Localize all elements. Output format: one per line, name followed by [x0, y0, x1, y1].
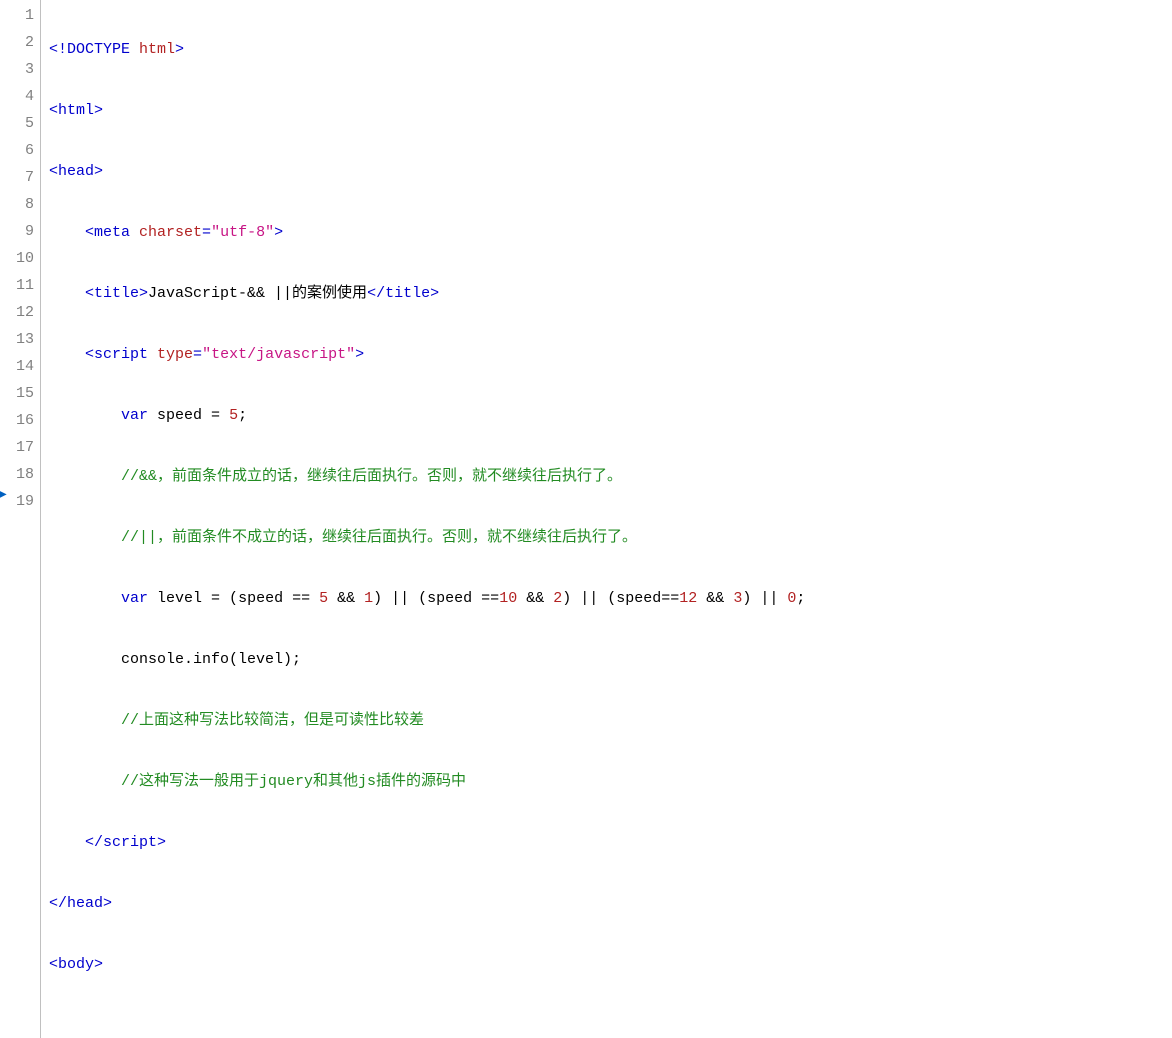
- tag-token: >: [355, 346, 364, 363]
- op-token: = (: [211, 590, 238, 607]
- line-number: 14: [0, 353, 40, 380]
- line-number: 7: [0, 164, 40, 191]
- tag-token: <html>: [49, 102, 103, 119]
- tag-token: <!DOCTYPE: [49, 41, 130, 58]
- number-token: 10: [499, 590, 517, 607]
- line-number-gutter: 1 2 3 4 5 6 7 8 9 10 11 12 13 14 15 16 1…: [0, 0, 41, 1038]
- op-token: =: [202, 224, 211, 241]
- tag-token: <body>: [49, 956, 103, 973]
- code-line: //||，前面条件不成立的话，继续往后面执行。否则，就不继续往后执行了。: [49, 524, 1172, 551]
- op-token: ) ||: [742, 590, 787, 607]
- identifier-token: level: [148, 590, 211, 607]
- attr-token: charset: [139, 224, 202, 241]
- code-line: //这种写法一般用于jquery和其他js插件的源码中: [49, 768, 1172, 795]
- tag-token: >: [175, 41, 184, 58]
- line-number: 3: [0, 56, 40, 83]
- tag-token: <head>: [49, 163, 103, 180]
- line-number: 4: [0, 83, 40, 110]
- number-token: 2: [553, 590, 562, 607]
- identifier-token: speed: [616, 590, 661, 607]
- tag-token: </script>: [85, 834, 166, 851]
- op-token: &&: [328, 590, 364, 607]
- number-token: 3: [733, 590, 742, 607]
- string-token: "text/javascript": [202, 346, 355, 363]
- op-token: =: [193, 346, 202, 363]
- op-token: ) || (: [562, 590, 616, 607]
- line-number: 13: [0, 326, 40, 353]
- line-number: 12: [0, 299, 40, 326]
- number-token: 5: [229, 407, 238, 424]
- line-number: 11: [0, 272, 40, 299]
- tag-token: </title>: [367, 285, 439, 302]
- code-line: console.info(level);: [49, 646, 1172, 673]
- code-line: <body>: [49, 951, 1172, 978]
- op-token: ) || (: [373, 590, 427, 607]
- code-line: [49, 1012, 1172, 1038]
- code-line: </head>: [49, 890, 1172, 917]
- identifier-token: console.info(level);: [121, 651, 301, 668]
- line-number: 9: [0, 218, 40, 245]
- string-token: "utf-8": [211, 224, 274, 241]
- line-number: 5: [0, 110, 40, 137]
- attr-token: html: [130, 41, 175, 58]
- code-line: <script type="text/javascript">: [49, 341, 1172, 368]
- code-line: </script>: [49, 829, 1172, 856]
- code-line: <title>JavaScript-&& ||的案例使用</title>: [49, 280, 1172, 307]
- op-token: &&: [697, 590, 733, 607]
- number-token: 12: [679, 590, 697, 607]
- comment-token: //&&，前面条件成立的话，继续往后面执行。否则，就不继续往后执行了。: [121, 468, 622, 485]
- code-line: <head>: [49, 158, 1172, 185]
- line-number: 1: [0, 2, 40, 29]
- current-line-marker-icon: ▶: [0, 492, 7, 500]
- keyword-token: var: [121, 407, 148, 424]
- code-line: //&&，前面条件成立的话，继续往后面执行。否则，就不继续往后执行了。: [49, 463, 1172, 490]
- comment-token: //这种写法一般用于jquery和其他js插件的源码中: [121, 773, 466, 790]
- number-token: 1: [364, 590, 373, 607]
- tag-token: <script: [85, 346, 157, 363]
- line-number: 18: [0, 461, 40, 488]
- line-number: 2: [0, 29, 40, 56]
- line-number: 15: [0, 380, 40, 407]
- comment-token: //上面这种写法比较简洁，但是可读性比较差: [121, 712, 424, 729]
- code-line: <meta charset="utf-8">: [49, 219, 1172, 246]
- line-number: 8: [0, 191, 40, 218]
- tag-token: >: [274, 224, 283, 241]
- number-token: 5: [319, 590, 328, 607]
- op-token: ==: [292, 590, 319, 607]
- tag-token: </head>: [49, 895, 112, 912]
- identifier-token: speed: [148, 407, 211, 424]
- attr-token: type: [157, 346, 193, 363]
- code-line: var level = (speed == 5 && 1) || (speed …: [49, 585, 1172, 612]
- op-token: &&: [517, 590, 553, 607]
- line-number: 10: [0, 245, 40, 272]
- line-number: 16: [0, 407, 40, 434]
- code-line: //上面这种写法比较简洁，但是可读性比较差: [49, 707, 1172, 734]
- text-token: JavaScript-&& ||的案例使用: [148, 285, 367, 302]
- op-token: ;: [796, 590, 805, 607]
- op-token: ==: [481, 590, 499, 607]
- identifier-token: speed: [238, 590, 292, 607]
- number-token: 0: [787, 590, 796, 607]
- code-line: <html>: [49, 97, 1172, 124]
- line-number: 6: [0, 137, 40, 164]
- tag-token: <meta: [85, 224, 139, 241]
- code-line: <!DOCTYPE html>: [49, 36, 1172, 63]
- line-number: 17: [0, 434, 40, 461]
- identifier-token: speed: [427, 590, 481, 607]
- keyword-token: var: [121, 590, 148, 607]
- comment-token: //||，前面条件不成立的话，继续往后面执行。否则，就不继续往后执行了。: [121, 529, 637, 546]
- op-token: =: [211, 407, 229, 424]
- code-line: var speed = 5;: [49, 402, 1172, 429]
- code-editor-area[interactable]: <!DOCTYPE html> <html> <head> <meta char…: [41, 0, 1172, 1038]
- op-token: ;: [238, 407, 247, 424]
- op-token: ==: [661, 590, 679, 607]
- tag-token: <title>: [85, 285, 148, 302]
